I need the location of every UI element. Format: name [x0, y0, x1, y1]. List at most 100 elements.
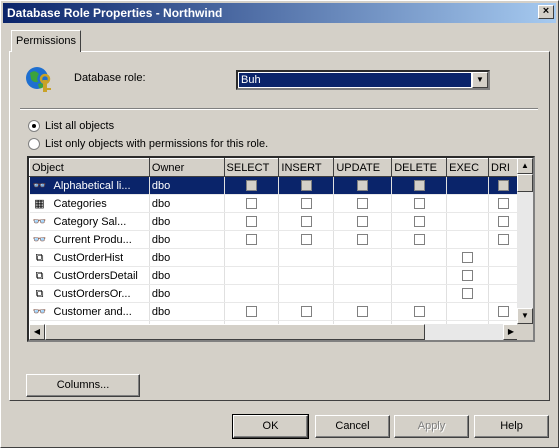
permission-cell[interactable]: [391, 176, 448, 195]
permissions-table: Object Owner SELECT INSERT UPDATE DELETE EXEC D…: [29, 158, 519, 324]
column-header-owner[interactable]: Owner: [148, 158, 225, 177]
horizontal-scroll-thumb[interactable]: [45, 324, 425, 340]
permission-checkbox[interactable]: [357, 234, 369, 246]
permission-checkbox[interactable]: [462, 288, 474, 300]
chevron-down-icon[interactable]: ▼: [472, 72, 488, 88]
permission-cell[interactable]: [333, 230, 393, 249]
permission-cell[interactable]: [391, 212, 448, 231]
permission-checkbox[interactable]: [462, 270, 474, 282]
table-row[interactable]: 👓 Customer and... dbo: [29, 302, 519, 321]
object-name: CustOrdersOr...: [53, 287, 131, 300]
permission-cell[interactable]: [488, 230, 519, 249]
permission-checkbox[interactable]: [245, 180, 257, 192]
permission-checkbox[interactable]: [300, 216, 312, 228]
column-header-exec[interactable]: EXEC: [446, 158, 490, 177]
permission-cell[interactable]: [224, 194, 280, 213]
column-header-dri[interactable]: DRI: [488, 158, 519, 177]
table-row[interactable]: ⧉ CustOrderHist dbo: [29, 248, 519, 267]
column-header-insert[interactable]: INSERT: [278, 158, 335, 177]
close-button[interactable]: ×: [538, 5, 554, 19]
permission-checkbox[interactable]: [245, 216, 257, 228]
column-header-object[interactable]: Object: [29, 158, 150, 177]
table-row[interactable]: ⧉ CustOrdersOr... dbo: [29, 284, 519, 303]
permission-checkbox[interactable]: [245, 306, 257, 318]
permission-cell[interactable]: [333, 212, 393, 231]
permission-cell[interactable]: [391, 302, 448, 321]
permission-cell[interactable]: [278, 194, 335, 213]
permission-cell[interactable]: [333, 194, 393, 213]
permission-cell[interactable]: [278, 230, 335, 249]
radio-button-checked[interactable]: [28, 120, 40, 132]
table-row[interactable]: 👓 Category Sal... dbo: [29, 212, 519, 231]
cancel-button[interactable]: Cancel: [315, 415, 390, 438]
permission-cell[interactable]: [333, 302, 393, 321]
radio-button[interactable]: [28, 138, 40, 150]
permission-cell[interactable]: [488, 176, 519, 195]
permission-cell[interactable]: [278, 302, 335, 321]
permission-cell[interactable]: [446, 248, 490, 267]
scroll-left-icon[interactable]: ◀: [29, 324, 45, 340]
permission-checkbox[interactable]: [300, 306, 312, 318]
permission-checkbox[interactable]: [357, 216, 369, 228]
columns-button[interactable]: Columns...: [26, 374, 140, 397]
permission-cell[interactable]: [391, 230, 448, 249]
permission-checkbox[interactable]: [357, 306, 369, 318]
permission-cell[interactable]: [488, 194, 519, 213]
permission-checkbox[interactable]: [498, 216, 509, 228]
permission-checkbox[interactable]: [413, 180, 425, 192]
database-role-select[interactable]: Buh ▼: [236, 70, 490, 90]
permission-checkbox[interactable]: [498, 234, 509, 246]
column-header-update[interactable]: UPDATE: [333, 158, 393, 177]
permissions-grid[interactable]: Object Owner SELECT INSERT UPDATE DELETE EXEC D…: [27, 156, 535, 342]
table-row[interactable]: 👓 Alphabetical li... dbo: [29, 176, 519, 195]
permission-cell[interactable]: [278, 176, 335, 195]
column-header-delete[interactable]: DELETE: [391, 158, 448, 177]
database-role-label: Database role:: [74, 72, 146, 84]
permission-checkbox[interactable]: [413, 198, 425, 210]
permission-checkbox[interactable]: [245, 234, 257, 246]
view-icon: 👓: [32, 215, 47, 228]
permission-cell[interactable]: [333, 176, 393, 195]
permission-cell[interactable]: [488, 302, 519, 321]
permission-checkbox[interactable]: [413, 216, 425, 228]
permission-checkbox[interactable]: [300, 180, 312, 192]
vertical-scrollbar[interactable]: ▲ ▼: [517, 158, 533, 324]
permission-cell[interactable]: [224, 176, 280, 195]
column-header-select[interactable]: SELECT: [223, 158, 280, 177]
permission-cell[interactable]: [446, 284, 490, 303]
permission-checkbox[interactable]: [462, 252, 474, 264]
permission-cell[interactable]: [391, 194, 448, 213]
permission-checkbox[interactable]: [300, 234, 312, 246]
radio-list-with-permissions[interactable]: List only objects with permissions for t…: [28, 138, 268, 150]
permission-cell: [224, 266, 280, 285]
permission-checkbox[interactable]: [357, 198, 369, 210]
permission-checkbox[interactable]: [498, 198, 509, 210]
permission-cell[interactable]: [278, 212, 335, 231]
permission-cell[interactable]: [488, 212, 519, 231]
permission-checkbox[interactable]: [498, 180, 509, 192]
permission-checkbox[interactable]: [357, 180, 369, 192]
permission-checkbox[interactable]: [245, 198, 257, 210]
permission-checkbox[interactable]: [413, 234, 425, 246]
radio-list-all[interactable]: List all objects: [28, 120, 114, 132]
vertical-scroll-thumb[interactable]: [517, 174, 533, 192]
table-row[interactable]: 👓 Current Produ... dbo: [29, 230, 519, 249]
permission-checkbox[interactable]: [498, 306, 509, 318]
owner-cell: dbo: [149, 212, 225, 231]
permission-cell[interactable]: [224, 230, 280, 249]
help-button[interactable]: Help: [474, 415, 549, 438]
permission-cell[interactable]: [224, 212, 280, 231]
permission-checkbox[interactable]: [413, 306, 425, 318]
tab-permissions[interactable]: Permissions: [11, 30, 81, 52]
table-row[interactable]: ⧉ CustOrdersDetail dbo: [29, 266, 519, 285]
ok-button[interactable]: OK: [232, 414, 309, 439]
apply-button[interactable]: Apply: [394, 415, 469, 438]
permission-checkbox[interactable]: [300, 198, 312, 210]
table-row[interactable]: ▦ Categories dbo: [29, 194, 519, 213]
permission-cell[interactable]: [224, 302, 280, 321]
permission-cell: [278, 266, 335, 285]
permission-cell[interactable]: [446, 266, 490, 285]
scroll-down-icon[interactable]: ▼: [517, 308, 533, 324]
horizontal-scrollbar[interactable]: ◀ ▶: [29, 324, 519, 340]
scroll-up-icon[interactable]: ▲: [517, 158, 533, 174]
